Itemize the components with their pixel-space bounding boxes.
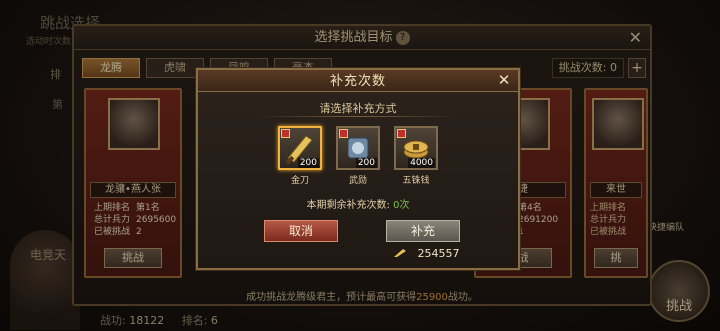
golden-blade-icon [394, 249, 406, 257]
option-military-merit[interactable]: 200 武勋 [336, 126, 380, 186]
option-label: 五铢钱 [402, 176, 430, 186]
remaining-value: 0次 [393, 200, 410, 211]
remaining-label: 本期剩余补充次数: [306, 200, 390, 211]
option-box[interactable]: 200 [336, 126, 380, 170]
modal-header: 补充次数 ✕ [198, 70, 518, 92]
option-coins[interactable]: 4000 五铢钱 [394, 126, 438, 186]
option-golden-blade[interactable]: 200 金刀 [278, 126, 322, 186]
option-quantity: 4000 [408, 158, 435, 168]
rarity-tag-icon [397, 129, 406, 138]
rarity-tag-icon [281, 129, 290, 138]
option-label: 武勋 [348, 176, 367, 186]
modal-close-icon[interactable]: ✕ [496, 72, 512, 88]
option-label: 金刀 [290, 176, 309, 186]
rarity-tag-icon [339, 129, 348, 138]
remaining-replenish: 本期剩余补充次数: 0次 [198, 196, 518, 211]
option-quantity: 200 [297, 158, 319, 168]
modal-prompt: 请选择补充方式 [319, 102, 397, 115]
option-quantity: 200 [355, 158, 377, 168]
replenish-button[interactable]: 补充 [386, 220, 460, 242]
option-box[interactable]: 4000 [394, 126, 438, 170]
option-box[interactable]: 200 [278, 126, 322, 170]
replenish-modal: 补充次数 ✕ 请选择补充方式 200 金刀 200 武勋 4000 五铢钱 本期… [196, 68, 520, 270]
currency-value: 254557 [417, 247, 460, 260]
cancel-button[interactable]: 取消 [264, 220, 338, 242]
divider [258, 116, 458, 117]
modal-title: 补充次数 [329, 74, 386, 89]
currency-balance: 254557 [394, 247, 460, 260]
replenish-options: 200 金刀 200 武勋 4000 五铢钱 [198, 126, 518, 186]
